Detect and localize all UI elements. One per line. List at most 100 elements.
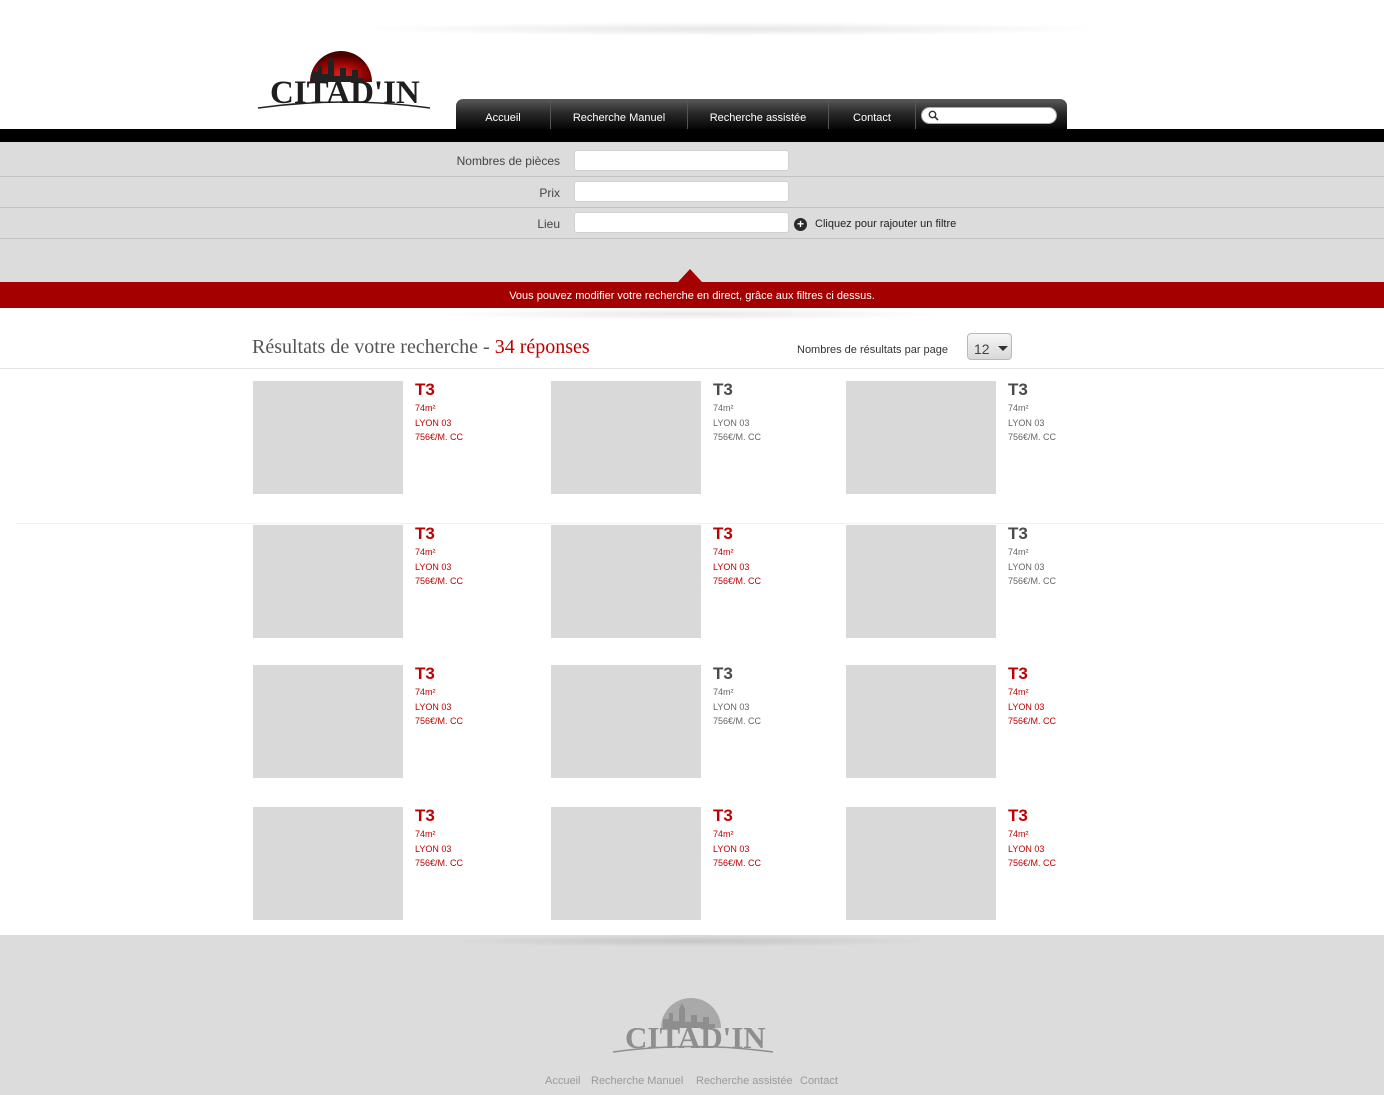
listing-location: LYON 03 xyxy=(713,562,750,572)
listing-photo[interactable] xyxy=(551,381,701,494)
listing-title[interactable]: T3 xyxy=(415,665,435,682)
listing-card[interactable]: T3 74m² LYON 03 756€/M. CC xyxy=(253,525,493,640)
nav-recherche-assistee[interactable]: Recherche assistée xyxy=(688,99,828,129)
listing-location: LYON 03 xyxy=(1008,418,1045,428)
footer-link-accueil[interactable]: Accueil xyxy=(545,1075,580,1087)
listing-photo[interactable] xyxy=(253,381,403,494)
divider xyxy=(16,523,1384,524)
listing-photo[interactable] xyxy=(846,381,996,494)
filter-row: Nombres de pièces xyxy=(0,142,1384,177)
listing-photo[interactable] xyxy=(551,525,701,638)
listing-title[interactable]: T3 xyxy=(1008,525,1028,542)
listing-area: 74m² xyxy=(713,547,734,557)
listing-photo[interactable] xyxy=(253,807,403,920)
per-page-select[interactable]: 12 xyxy=(967,333,1012,360)
per-page-value: 12 xyxy=(974,341,990,357)
results-count: 34 réponses xyxy=(494,336,590,358)
listing-card[interactable]: T3 74m² LYON 03 756€/M. CC xyxy=(551,807,791,922)
listing-price: 756€/M. CC xyxy=(1008,576,1057,586)
results-title: Résultats de votre recherche - 34 répons… xyxy=(252,336,590,359)
listing-card[interactable]: T3 74m² LYON 03 756€/M. CC xyxy=(253,665,493,780)
divider xyxy=(0,368,1384,369)
listing-title[interactable]: T3 xyxy=(1008,665,1028,682)
footer-shadow xyxy=(440,935,940,947)
listing-area: 74m² xyxy=(415,687,436,697)
listing-price: 756€/M. CC xyxy=(713,858,762,868)
filter-label-pieces: Nombres de pièces xyxy=(456,154,560,168)
search-input[interactable] xyxy=(942,109,1052,122)
listing-title[interactable]: T3 xyxy=(415,807,435,824)
listing-photo[interactable] xyxy=(846,525,996,638)
listing-title[interactable]: T3 xyxy=(713,381,733,398)
filter-label-lieu: Lieu xyxy=(537,217,560,231)
listing-location: LYON 03 xyxy=(1008,844,1045,854)
listing-photo[interactable] xyxy=(846,665,996,778)
listing-area: 74m² xyxy=(713,687,734,697)
listing-card[interactable]: T3 74m² LYON 03 756€/M. CC xyxy=(253,807,493,922)
listing-area: 74m² xyxy=(415,829,436,839)
listing-title[interactable]: T3 xyxy=(1008,381,1028,398)
listing-card[interactable]: T3 74m² LYON 03 756€/M. CC xyxy=(846,665,1086,780)
listing-price: 756€/M. CC xyxy=(713,432,762,442)
listing-location: LYON 03 xyxy=(415,562,452,572)
listing-location: LYON 03 xyxy=(415,702,452,712)
listing-area: 74m² xyxy=(1008,403,1029,413)
listing-price: 756€/M. CC xyxy=(713,576,762,586)
listing-price: 756€/M. CC xyxy=(415,432,464,442)
listing-area: 74m² xyxy=(713,403,734,413)
listing-area: 74m² xyxy=(415,547,436,557)
listing-card[interactable]: T3 74m² LYON 03 756€/M. CC xyxy=(846,807,1086,922)
prix-input[interactable] xyxy=(574,181,789,202)
nav-contact[interactable]: Contact xyxy=(829,99,915,129)
logo-text: CITAD'IN xyxy=(270,75,420,111)
listing-area: 74m² xyxy=(1008,547,1029,557)
listing-location: LYON 03 xyxy=(713,844,750,854)
search-box[interactable] xyxy=(921,107,1057,124)
listing-price: 756€/M. CC xyxy=(1008,432,1057,442)
listing-price: 756€/M. CC xyxy=(1008,858,1057,868)
listing-card[interactable]: T3 74m² LYON 03 756€/M. CC xyxy=(551,381,791,496)
listing-card[interactable]: T3 74m² LYON 03 756€/M. CC xyxy=(846,525,1086,640)
listing-photo[interactable] xyxy=(551,807,701,920)
listing-title[interactable]: T3 xyxy=(713,525,733,542)
footer-link-contact[interactable]: Contact xyxy=(800,1075,838,1087)
lieu-input[interactable] xyxy=(574,212,789,233)
logo[interactable]: CITAD'IN xyxy=(254,42,432,112)
listing-title[interactable]: T3 xyxy=(713,807,733,824)
listing-price: 756€/M. CC xyxy=(713,716,762,726)
listing-photo[interactable] xyxy=(253,665,403,778)
per-page-label: Nombres de résultats par page xyxy=(797,344,949,356)
header-shadow xyxy=(350,22,1110,36)
filter-row: Prix xyxy=(0,177,1384,208)
listing-photo[interactable] xyxy=(846,807,996,920)
footer-logo[interactable]: CITAD'IN xyxy=(609,990,777,1056)
add-filter-button[interactable]: + Cliquez pour rajouter un filtre xyxy=(794,216,956,232)
main-nav: Accueil Recherche Manuel Recherche assis… xyxy=(456,99,1067,129)
listing-location: LYON 03 xyxy=(713,418,750,428)
footer-link-recherche-manuel[interactable]: Recherche Manuel xyxy=(591,1075,683,1087)
listing-card[interactable]: T3 74m² LYON 03 756€/M. CC xyxy=(846,381,1086,496)
listing-location: LYON 03 xyxy=(415,418,452,428)
filter-label-prix: Prix xyxy=(539,186,560,200)
listing-title[interactable]: T3 xyxy=(1008,807,1028,824)
listing-title[interactable]: T3 xyxy=(415,381,435,398)
nav-accueil[interactable]: Accueil xyxy=(456,99,550,129)
listing-price: 756€/M. CC xyxy=(415,858,464,868)
nav-recherche-manuel[interactable]: Recherche Manuel xyxy=(551,99,687,129)
listing-card[interactable]: T3 74m² LYON 03 756€/M. CC xyxy=(551,525,791,640)
listing-area: 74m² xyxy=(713,829,734,839)
listing-price: 756€/M. CC xyxy=(415,716,464,726)
listing-photo[interactable] xyxy=(253,525,403,638)
listing-location: LYON 03 xyxy=(415,844,452,854)
add-filter-label: Cliquez pour rajouter un filtre xyxy=(815,218,957,230)
listing-title[interactable]: T3 xyxy=(415,525,435,542)
header-bar xyxy=(0,129,1384,142)
listing-price: 756€/M. CC xyxy=(1008,716,1057,726)
listing-title[interactable]: T3 xyxy=(713,665,733,682)
pieces-input[interactable] xyxy=(574,150,789,171)
listing-photo[interactable] xyxy=(551,665,701,778)
listing-card[interactable]: T3 74m² LYON 03 756€/M. CC xyxy=(551,665,791,780)
filter-panel: Nombres de pièces Prix Lieu + Cliquez po… xyxy=(0,142,1384,283)
footer-link-recherche-assistee[interactable]: Recherche assistée xyxy=(696,1075,793,1087)
listing-card[interactable]: T3 74m² LYON 03 756€/M. CC xyxy=(253,381,493,496)
